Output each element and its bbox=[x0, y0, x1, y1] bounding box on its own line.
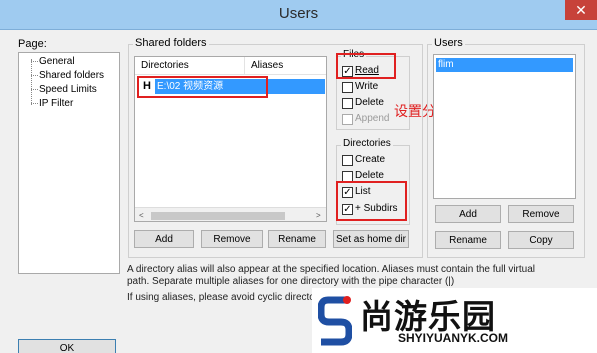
scroll-left-icon[interactable]: < bbox=[139, 211, 144, 220]
alias-info-line-2: path. Separate multiple aliases for one … bbox=[127, 276, 455, 287]
ok-button[interactable]: OK bbox=[18, 339, 116, 353]
rename-user-button[interactable]: Rename bbox=[435, 231, 501, 249]
add-user-button[interactable]: Add bbox=[435, 205, 501, 223]
users-list: flim bbox=[433, 54, 576, 199]
set-home-dir-button[interactable]: Set as home dir bbox=[333, 230, 409, 248]
scroll-thumb[interactable] bbox=[151, 212, 285, 220]
tree-item-ip-filter[interactable]: IP Filter bbox=[39, 98, 73, 109]
add-folder-button[interactable]: Add bbox=[134, 230, 194, 248]
tree-item-shared-folders[interactable]: Shared folders bbox=[39, 70, 104, 81]
tree-item-general[interactable]: General bbox=[39, 56, 75, 67]
tree-connector bbox=[31, 89, 38, 90]
highlight-list-subdirs bbox=[336, 181, 407, 221]
alias-info-line-1: A directory alias will also appear at th… bbox=[127, 264, 535, 275]
tree-connector bbox=[31, 59, 32, 105]
close-button[interactable]: ✕ bbox=[565, 0, 597, 20]
write-label: Write bbox=[355, 81, 379, 92]
user-row[interactable]: flim bbox=[436, 58, 573, 72]
page-label: Page: bbox=[18, 38, 47, 50]
directories-label: Directories bbox=[341, 138, 393, 149]
copy-user-button[interactable]: Copy bbox=[508, 231, 574, 249]
create-dir-label: Create bbox=[355, 154, 386, 165]
remove-folder-button[interactable]: Remove bbox=[201, 230, 263, 248]
window-title: Users bbox=[278, 5, 319, 22]
rename-folder-button[interactable]: Rename bbox=[268, 230, 326, 248]
shared-folders-label: Shared folders bbox=[133, 37, 209, 49]
write-checkbox[interactable] bbox=[342, 82, 353, 93]
highlight-read bbox=[336, 53, 396, 79]
delete-dir-label: Delete bbox=[355, 170, 384, 181]
highlight-folder bbox=[137, 76, 268, 98]
append-checkbox[interactable] bbox=[342, 114, 353, 125]
watermark-domain-text: SHYIYUANYK.COM bbox=[398, 331, 509, 345]
tree-item-speed-limits[interactable]: Speed Limits bbox=[39, 84, 97, 95]
delete-file-label: Delete bbox=[355, 97, 384, 108]
remove-user-button[interactable]: Remove bbox=[508, 205, 574, 223]
delete-file-checkbox[interactable] bbox=[342, 98, 353, 109]
page-tree: General Shared folders Speed Limits IP F… bbox=[18, 52, 120, 274]
column-header-directories[interactable]: Directories bbox=[135, 57, 245, 75]
column-header-aliases[interactable]: Aliases bbox=[245, 57, 326, 75]
scroll-right-icon[interactable]: > bbox=[316, 211, 321, 220]
create-dir-checkbox[interactable] bbox=[342, 155, 353, 166]
users-label: Users bbox=[432, 37, 465, 49]
append-label: Append bbox=[355, 113, 390, 124]
watermark-logo-icon bbox=[318, 296, 352, 346]
tree-connector bbox=[31, 61, 38, 62]
tree-connector bbox=[31, 103, 38, 104]
horizontal-scrollbar[interactable]: < > bbox=[135, 207, 326, 221]
tree-connector bbox=[31, 75, 38, 76]
